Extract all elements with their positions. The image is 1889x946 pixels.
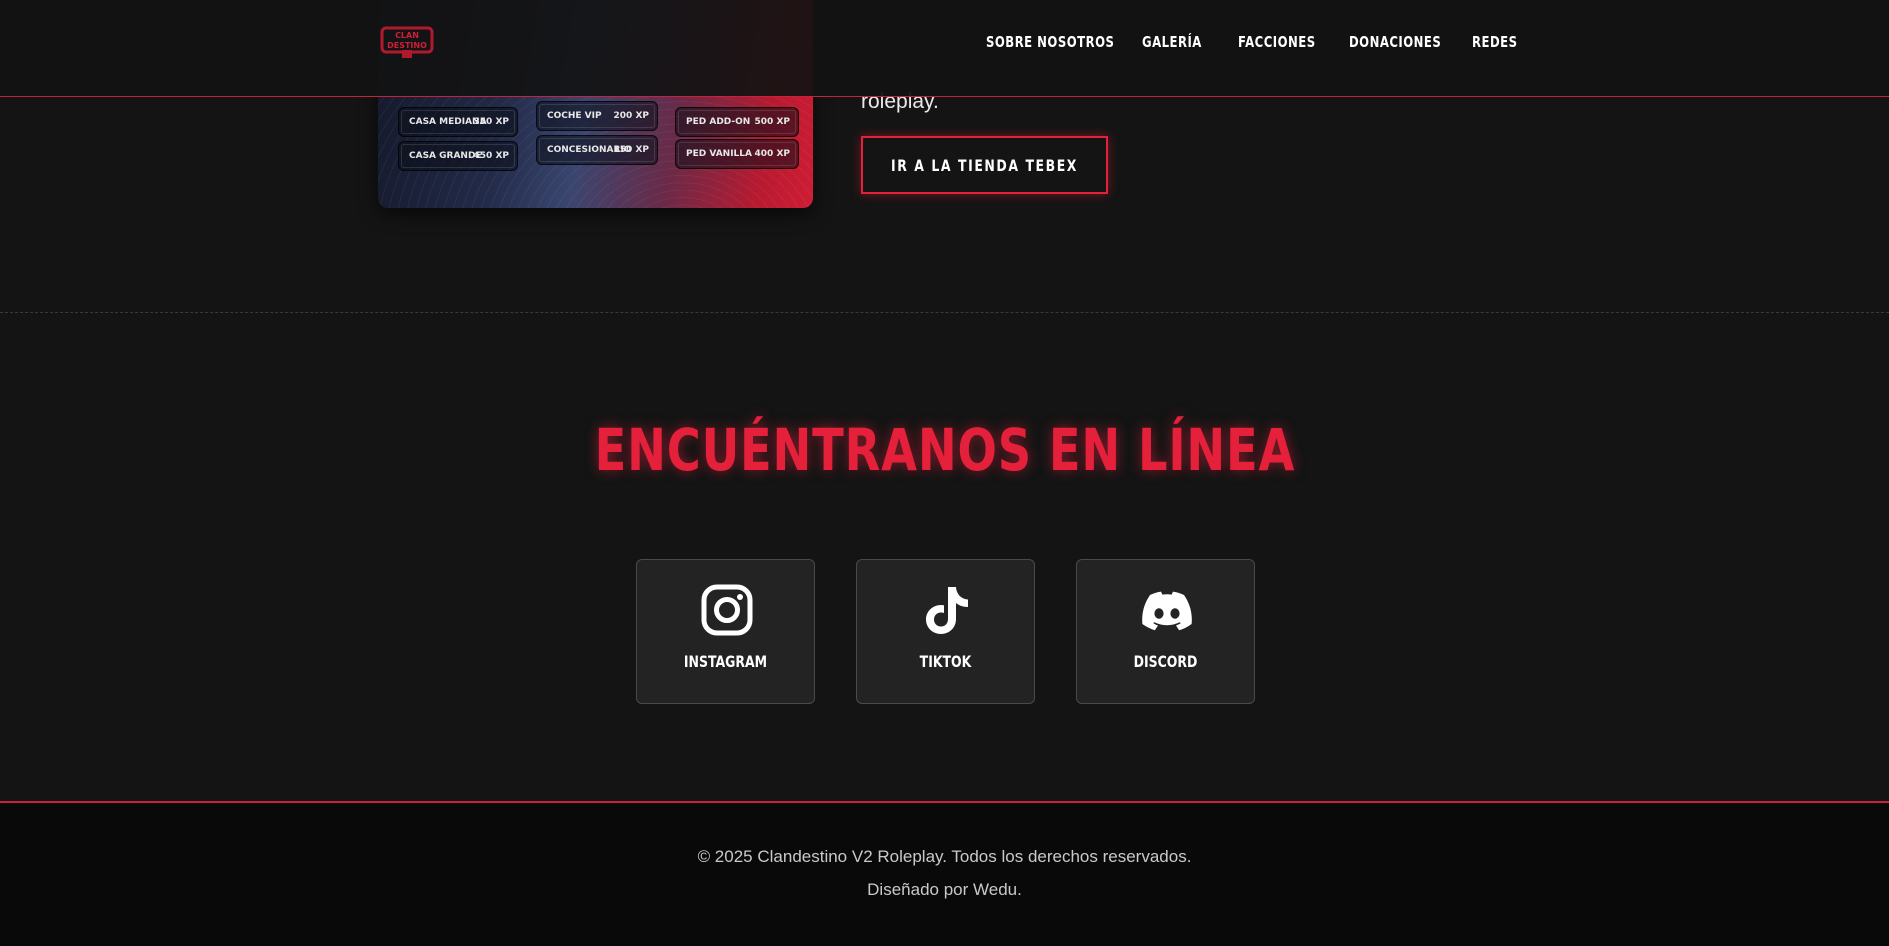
nav-redes[interactable]: REDES — [1472, 33, 1517, 51]
section-divider — [0, 312, 1889, 313]
store-item-price: 400 XP — [754, 149, 790, 159]
store-item-price: 150 XP — [613, 145, 649, 155]
store-item: CONCESIONARIO 150 XP — [536, 135, 658, 165]
nav-sobre-nosotros[interactable]: SOBRE NOSOTROS — [986, 33, 1114, 51]
store-item-price: 200 XP — [613, 111, 649, 121]
nav-facciones[interactable]: FACCIONES — [1238, 33, 1316, 51]
clandestino-logo[interactable]: CLAN DESTINO — [380, 22, 434, 58]
footer: © 2025 Clandestino V2 Roleplay. Todos lo… — [0, 801, 1889, 946]
svg-text:DESTINO: DESTINO — [387, 41, 427, 50]
navbar: CLAN DESTINO SOBRE NOSOTROS GALERÍA FACC… — [0, 0, 1889, 97]
discord-link[interactable]: DISCORD — [1076, 559, 1255, 704]
store-item: COCHE VIP 200 XP — [536, 101, 658, 131]
nav-donaciones[interactable]: DONACIONES — [1349, 33, 1441, 51]
section-title-text: ENCUÉNTRANOS EN LÍNEA — [594, 416, 1295, 484]
svg-text:CLAN: CLAN — [395, 31, 419, 40]
store-item-price: 500 XP — [754, 117, 790, 127]
store-item-price: 350 XP — [473, 117, 509, 127]
footer-copyright: © 2025 Clandestino V2 Roleplay. Todos lo… — [697, 847, 1192, 866]
tebex-store-button-label: IR A LA TIENDA TEBEX — [891, 156, 1078, 175]
section-title: ENCUÉNTRANOS EN LÍNEA — [0, 416, 1889, 484]
store-item-name: CASA GRANDE — [409, 151, 482, 161]
tiktok-link[interactable]: TIKTOK — [856, 559, 1035, 704]
store-item-name: PED VANILLA — [686, 149, 752, 159]
tiktok-label: TIKTOK — [919, 652, 972, 671]
store-item-price: 450 XP — [473, 151, 509, 161]
tebex-store-button[interactable]: IR A LA TIENDA TEBEX — [861, 136, 1108, 194]
instagram-label: INSTAGRAM — [683, 652, 768, 671]
instagram-link[interactable]: INSTAGRAM — [636, 559, 815, 704]
tiktok-icon — [926, 587, 968, 634]
discord-icon — [1142, 591, 1192, 631]
footer-credit: Diseñado por Wedu. — [867, 880, 1022, 899]
discord-label: DISCORD — [1133, 652, 1198, 671]
store-item-name: PED ADD-ON — [686, 117, 751, 127]
store-item: PED VANILLA 400 XP — [675, 139, 799, 169]
store-item: CASA MEDIANA 350 XP — [398, 107, 518, 137]
store-item-name: COCHE VIP — [547, 111, 602, 121]
store-item: PED ADD-ON 500 XP — [675, 107, 799, 137]
instagram-icon — [701, 584, 753, 636]
nav-galeria[interactable]: GALERÍA — [1142, 33, 1202, 51]
store-item: CASA GRANDE 450 XP — [398, 141, 518, 171]
